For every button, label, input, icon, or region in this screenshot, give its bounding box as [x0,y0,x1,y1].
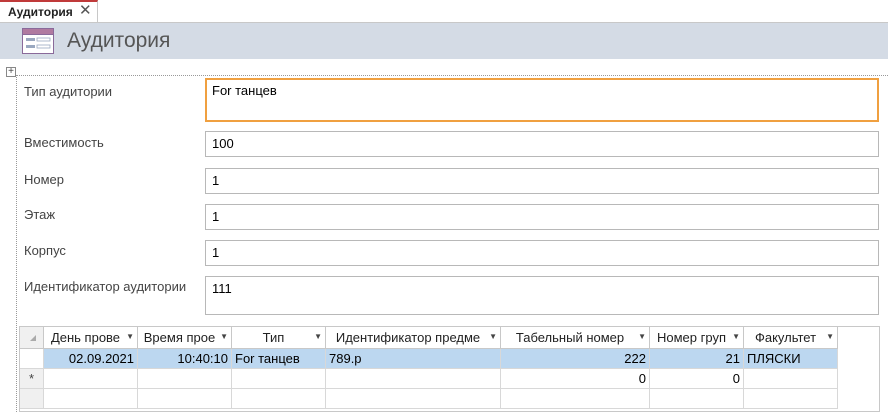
number-label: Номер [24,172,65,187]
cell-day[interactable]: 02.09.2021 [43,348,138,369]
dropdown-arrow-icon[interactable]: ▼ [126,332,134,341]
type-input[interactable]: For танцев [205,78,879,122]
room-id-input[interactable]: 111 [205,276,879,315]
new-record-marker[interactable]: * [20,368,44,389]
new-cell-type[interactable] [231,368,326,389]
dropdown-arrow-icon[interactable]: ▼ [732,332,740,341]
new-cell-subject-id[interactable] [325,368,501,389]
dropdown-arrow-icon[interactable]: ▼ [220,332,228,341]
building-input[interactable]: 1 [205,240,879,266]
new-cell-day[interactable] [43,368,138,389]
new-cell-staff-number[interactable]: 0 [500,368,650,389]
column-header-subject-id[interactable]: Идентификатор предме ▼ [325,327,501,349]
schedule-datasheet[interactable]: День прове ▼ Время прое ▼ Тип ▼ Идентификат… [19,326,880,412]
capacity-label: Вместимость [24,135,104,150]
column-header-group-number[interactable]: Номер груп ▼ [649,327,744,349]
building-label: Корпус [24,243,66,258]
new-cell-faculty[interactable] [743,368,838,389]
column-header-time[interactable]: Время прое ▼ [137,327,232,349]
column-header-faculty[interactable]: Факультет ▼ [743,327,838,349]
datasheet-table: День прове ▼ Время прое ▼ Тип ▼ Идентификат… [20,327,838,409]
layout-move-handle-icon[interactable]: + [6,67,16,77]
empty-row [20,388,838,409]
floor-label: Этаж [24,207,56,222]
cell-type[interactable]: For танцев [231,348,326,369]
column-header-day[interactable]: День прове ▼ [43,327,138,349]
tab-label: Аудитория [8,5,73,19]
close-icon[interactable]: ✕ [79,3,92,19]
document-tab-strip: Аудитория ✕ [0,0,888,23]
document-tab[interactable]: Аудитория ✕ [0,0,98,22]
cell-faculty[interactable]: ПЛЯСКИ [743,348,838,369]
column-header-staff-number[interactable]: Табельный номер ▼ [500,327,650,349]
type-label: Тип аудитории [24,84,113,99]
cell-staff-number[interactable]: 222 [500,348,650,369]
new-cell-time[interactable] [137,368,232,389]
floor-input[interactable]: 1 [205,204,879,230]
room-id-label: Идентификатор аудитории [24,279,187,294]
column-header-type[interactable]: Тип ▼ [231,327,326,349]
dropdown-arrow-icon[interactable]: ▼ [638,332,646,341]
cell-time[interactable]: 10:40:10 [137,348,232,369]
dropdown-arrow-icon[interactable]: ▼ [314,332,322,341]
table-row[interactable]: 02.09.2021 10:40:10 For танцев 789.p 222… [20,348,838,369]
cell-subject-id[interactable]: 789.p [325,348,501,369]
new-cell-group-number[interactable]: 0 [649,368,744,389]
dropdown-arrow-icon[interactable]: ▼ [826,332,834,341]
dropdown-arrow-icon[interactable]: ▼ [489,332,497,341]
form-title: Аудитория [67,29,171,52]
number-input[interactable]: 1 [205,168,879,194]
select-all-corner[interactable] [20,327,44,349]
row-selector[interactable] [20,348,44,369]
new-record-row[interactable]: * 0 0 [20,368,838,389]
form-icon [22,28,54,54]
form-header: Аудитория [0,23,888,59]
cell-group-number[interactable]: 21 [649,348,744,369]
capacity-input[interactable]: 100 [205,131,879,157]
